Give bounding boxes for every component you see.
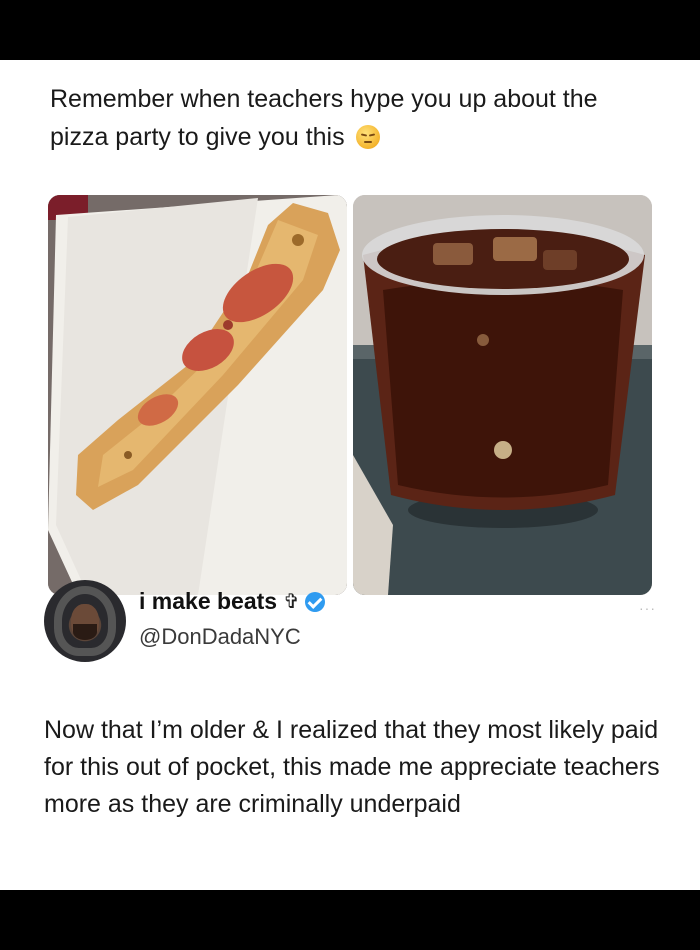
author-name-row: i make beats ✞ [139,588,325,615]
author-handle[interactable]: @DonDadaNYC [139,624,301,650]
pizza-slice-illustration [48,195,347,595]
more-options-icon[interactable]: ··· [639,600,656,616]
avatar[interactable] [44,580,126,662]
pensive-face-emoji-icon [355,125,380,149]
caption-text: Remember when teachers hype you up about… [50,85,598,151]
post-card: Remember when teachers hype you up about… [0,60,700,890]
soda-cup-illustration [353,195,652,595]
author-name[interactable]: i make beats [139,588,277,615]
post-caption: Remember when teachers hype you up about… [50,80,650,156]
pizza-slice-image[interactable] [48,195,347,595]
author-row: i make beats ✞ @DonDadaNYC ··· [44,580,656,670]
cross-icon: ✞ [283,591,300,613]
verified-badge-icon [304,591,325,612]
tweet-text: Now that I’m older & I realized that the… [44,716,660,818]
soda-cup-image[interactable] [353,195,652,595]
